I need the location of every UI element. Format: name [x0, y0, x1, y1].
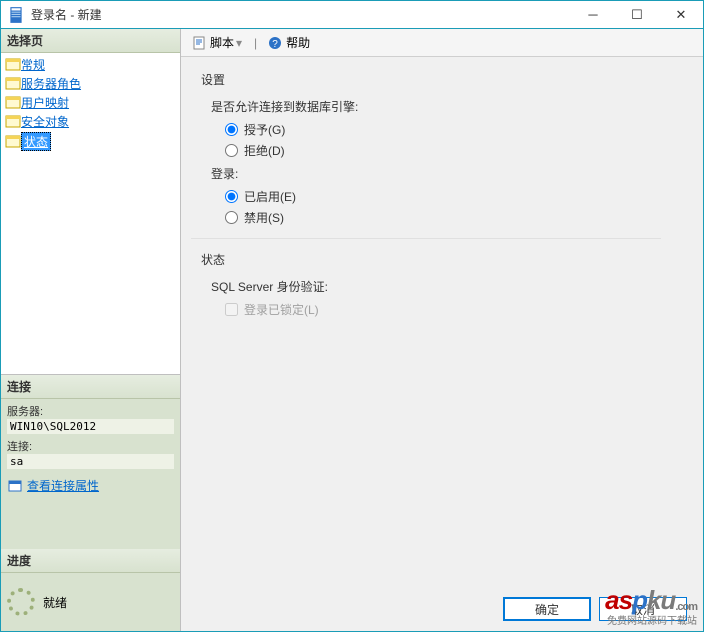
sidebar: 选择页 常规 服务器角色 用户映射 安全对象	[1, 29, 181, 631]
dialog-body: 选择页 常规 服务器角色 用户映射 安全对象	[1, 29, 703, 631]
radio-disabled-input[interactable]	[225, 211, 238, 224]
section-divider	[191, 238, 661, 239]
view-connection-props-link[interactable]: 查看连接属性	[27, 477, 99, 494]
progress-block: 就绪	[1, 573, 180, 631]
connection-header: 连接	[1, 375, 180, 399]
radio-deny-label: 拒绝(D)	[244, 142, 285, 159]
conn-label: 连接:	[7, 436, 174, 454]
script-button[interactable]: 脚本 ▾	[187, 32, 248, 53]
connection-info: 服务器: WIN10\SQL2012 连接: sa	[1, 399, 180, 473]
page-icon	[5, 134, 21, 150]
app-icon	[7, 6, 25, 24]
dialog-window: 登录名 - 新建 ─ ☐ ✕ 选择页 常规 服务器角色 用户映射	[0, 0, 704, 632]
status-section-title: 状态	[201, 251, 703, 268]
progress-header: 进度	[1, 549, 180, 573]
ok-button[interactable]: 确定	[503, 597, 591, 621]
settings-section-title: 设置	[201, 71, 703, 88]
radio-enabled-label: 已启用(E)	[244, 188, 296, 205]
properties-icon	[7, 478, 23, 494]
script-label: 脚本	[210, 34, 234, 51]
help-label: 帮助	[286, 34, 310, 51]
cancel-button[interactable]: 取消	[599, 597, 687, 621]
login-label: 登录:	[211, 165, 703, 182]
help-button[interactable]: ? 帮助	[263, 32, 314, 53]
view-connection-props[interactable]: 查看连接属性	[1, 473, 180, 498]
radio-deny[interactable]: 拒绝(D)	[225, 142, 703, 159]
toolbar-separator: |	[252, 36, 259, 50]
sidebar-item-label: 状态	[21, 132, 51, 151]
script-icon	[191, 35, 207, 51]
radio-grant-input[interactable]	[225, 123, 238, 136]
help-icon: ?	[267, 35, 283, 51]
content-area: 设置 是否允许连接到数据库引擎: 授予(G) 拒绝(D) 登录: 已启用(E)	[181, 57, 703, 631]
progress-status: 就绪	[43, 594, 67, 611]
sqlauth-label: SQL Server 身份验证:	[211, 278, 703, 295]
select-page-header: 选择页	[1, 29, 180, 53]
radio-disabled[interactable]: 禁用(S)	[225, 209, 703, 226]
radio-enabled[interactable]: 已启用(E)	[225, 188, 703, 205]
svg-text:?: ?	[272, 39, 278, 50]
checkbox-locked-input	[225, 303, 238, 316]
radio-enabled-input[interactable]	[225, 190, 238, 203]
sidebar-item-server-roles[interactable]: 服务器角色	[1, 74, 180, 93]
page-icon	[5, 114, 21, 130]
sidebar-item-label: 服务器角色	[21, 75, 81, 92]
page-icon	[5, 76, 21, 92]
sidebar-item-status[interactable]: 状态	[1, 131, 180, 152]
minimize-button[interactable]: ─	[571, 1, 615, 28]
page-list: 常规 服务器角色 用户映射 安全对象 状态	[1, 53, 180, 375]
radio-deny-input[interactable]	[225, 144, 238, 157]
sidebar-item-general[interactable]: 常规	[1, 55, 180, 74]
window-title: 登录名 - 新建	[31, 6, 571, 23]
button-bar: 确定 取消	[503, 597, 687, 621]
dropdown-arrow-icon: ▾	[234, 36, 244, 50]
server-label: 服务器:	[7, 401, 174, 419]
radio-disabled-label: 禁用(S)	[244, 209, 284, 226]
maximize-button[interactable]: ☐	[615, 1, 659, 28]
sidebar-item-label: 用户映射	[21, 94, 69, 111]
server-value: WIN10\SQL2012	[7, 419, 174, 434]
sidebar-item-label: 安全对象	[21, 113, 69, 130]
page-icon	[5, 95, 21, 111]
toolbar: 脚本 ▾ | ? 帮助	[181, 29, 703, 57]
progress-spinner-icon	[7, 588, 35, 616]
radio-grant-label: 授予(G)	[244, 121, 285, 138]
permission-label: 是否允许连接到数据库引擎:	[211, 98, 703, 115]
sidebar-item-label: 常规	[21, 56, 45, 73]
sidebar-item-securables[interactable]: 安全对象	[1, 112, 180, 131]
checkbox-locked-label: 登录已锁定(L)	[244, 301, 319, 318]
checkbox-locked: 登录已锁定(L)	[225, 301, 703, 318]
conn-value: sa	[7, 454, 174, 469]
close-button[interactable]: ✕	[659, 1, 703, 28]
window-controls: ─ ☐ ✕	[571, 1, 703, 28]
radio-grant[interactable]: 授予(G)	[225, 121, 703, 138]
page-icon	[5, 57, 21, 73]
sidebar-item-user-mapping[interactable]: 用户映射	[1, 93, 180, 112]
title-bar: 登录名 - 新建 ─ ☐ ✕	[1, 1, 703, 29]
main-panel: 脚本 ▾ | ? 帮助 设置 是否允许连接到数据库引擎: 授予(G)	[181, 29, 703, 631]
